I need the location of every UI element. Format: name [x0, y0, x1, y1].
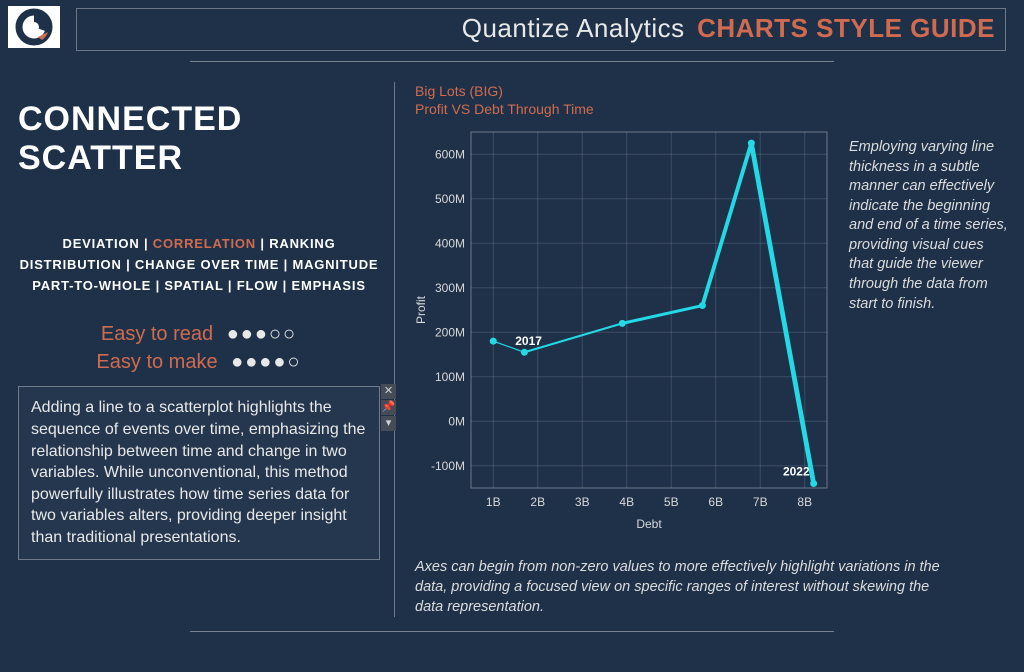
category-correlation[interactable]: CORRELATION: [153, 236, 256, 251]
category-spatial[interactable]: SPATIAL: [164, 278, 223, 293]
svg-text:7B: 7B: [753, 495, 768, 509]
rating-row: Easy to make ●●●●○: [18, 348, 380, 376]
svg-text:1B: 1B: [486, 495, 501, 509]
svg-text:8B: 8B: [797, 495, 812, 509]
category-list: DEVIATION | CORRELATION | RANKINGDISTRIB…: [18, 234, 380, 296]
side-annotation: Employing varying line thickness in a su…: [839, 82, 1010, 542]
svg-text:5B: 5B: [664, 495, 679, 509]
svg-text:600M: 600M: [435, 148, 465, 162]
svg-text:300M: 300M: [435, 281, 465, 295]
guide-name: CHARTS STYLE GUIDE: [697, 13, 995, 43]
svg-text:0M: 0M: [448, 415, 465, 429]
svg-text:400M: 400M: [435, 237, 465, 251]
svg-text:3B: 3B: [575, 495, 590, 509]
category-distribution[interactable]: DISTRIBUTION: [20, 257, 122, 272]
logo: [8, 6, 60, 48]
category-flow[interactable]: FLOW: [237, 278, 278, 293]
header-title: Quantize Analytics CHARTS STYLE GUIDE: [76, 8, 1006, 51]
vertical-divider: [394, 82, 395, 617]
category-ranking[interactable]: RANKING: [269, 236, 335, 251]
category-change-over-time[interactable]: CHANGE OVER TIME: [135, 257, 279, 272]
chart-title: Big Lots (BIG) Profit VS Debt Through Ti…: [415, 82, 839, 118]
svg-text:100M: 100M: [435, 370, 465, 384]
svg-text:4B: 4B: [619, 495, 634, 509]
description-box: Adding a line to a scatterplot highlight…: [18, 386, 380, 559]
category-magnitude[interactable]: MAGNITUDE: [292, 257, 378, 272]
description-text: Adding a line to a scatterplot highlight…: [31, 399, 365, 546]
svg-text:2022: 2022: [783, 465, 810, 479]
category-emphasis[interactable]: EMPHASIS: [291, 278, 365, 293]
svg-text:-100M: -100M: [431, 459, 465, 473]
ratings: Easy to read ●●●○○Easy to make ●●●●○: [18, 320, 380, 376]
pin-icon[interactable]: 📌: [381, 400, 396, 415]
category-part-to-whole[interactable]: PART-TO-WHOLE: [32, 278, 151, 293]
svg-text:2017: 2017: [515, 335, 542, 349]
bottom-annotation: Axes can begin from non-zero values to m…: [409, 542, 1010, 617]
collapse-icon[interactable]: ▾: [381, 416, 396, 431]
svg-text:500M: 500M: [435, 192, 465, 206]
connected-scatter-chart: -100M 0M 100M 200M 300M 400M 500M 600M 1B 2B 3B 4B 5…: [409, 122, 839, 542]
svg-text:Debt: Debt: [636, 517, 662, 531]
category-deviation[interactable]: DEVIATION: [63, 236, 140, 251]
footer-divider: [190, 631, 834, 632]
svg-text:2B: 2B: [530, 495, 545, 509]
close-icon[interactable]: ✕: [381, 384, 396, 399]
svg-text:Profit: Profit: [414, 296, 428, 325]
page-title: CONNECTED SCATTER: [18, 100, 380, 178]
brand-name: Quantize Analytics: [462, 13, 685, 43]
svg-text:200M: 200M: [435, 326, 465, 340]
rating-row: Easy to read ●●●○○: [18, 320, 380, 348]
svg-text:6B: 6B: [708, 495, 723, 509]
